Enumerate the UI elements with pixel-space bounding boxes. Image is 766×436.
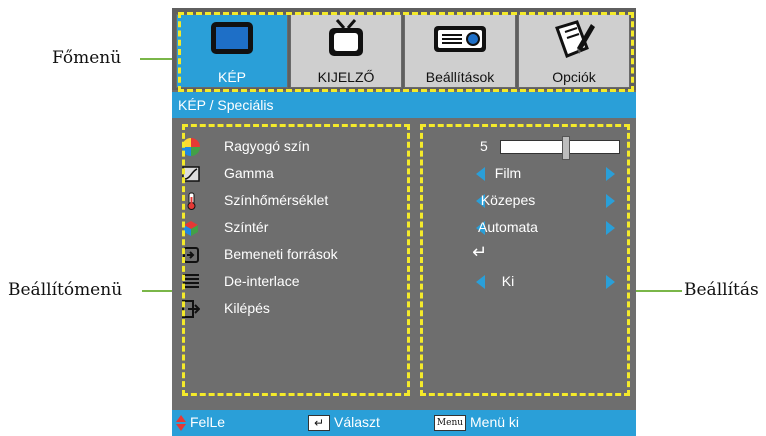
hint-select: Választ: [334, 414, 380, 430]
callout-main-menu: Főmenü: [52, 48, 122, 68]
settings-menu-highlight: [182, 124, 410, 396]
hint-updown: FelLe: [190, 414, 226, 430]
main-menu-highlight: [178, 12, 634, 92]
callout-setting: Beállítás: [684, 280, 759, 300]
bottom-hint-bar: FelLe ↵ Választ Menu Menü ki: [172, 410, 636, 436]
hint-menu-exit: Menü ki: [470, 414, 520, 430]
setting-values-highlight: [420, 124, 630, 396]
breadcrumb: KÉP / Speciális: [172, 92, 636, 118]
callout-settings-menu: Beállítómenü: [8, 280, 123, 300]
enter-key-icon: ↵: [308, 415, 330, 431]
osd-menu: KÉP KIJELZŐ Beállítások Opciók KÉP / Spe…: [172, 8, 636, 436]
updown-arrows-icon: [176, 415, 186, 431]
menu-key-icon: Menu: [434, 415, 466, 431]
